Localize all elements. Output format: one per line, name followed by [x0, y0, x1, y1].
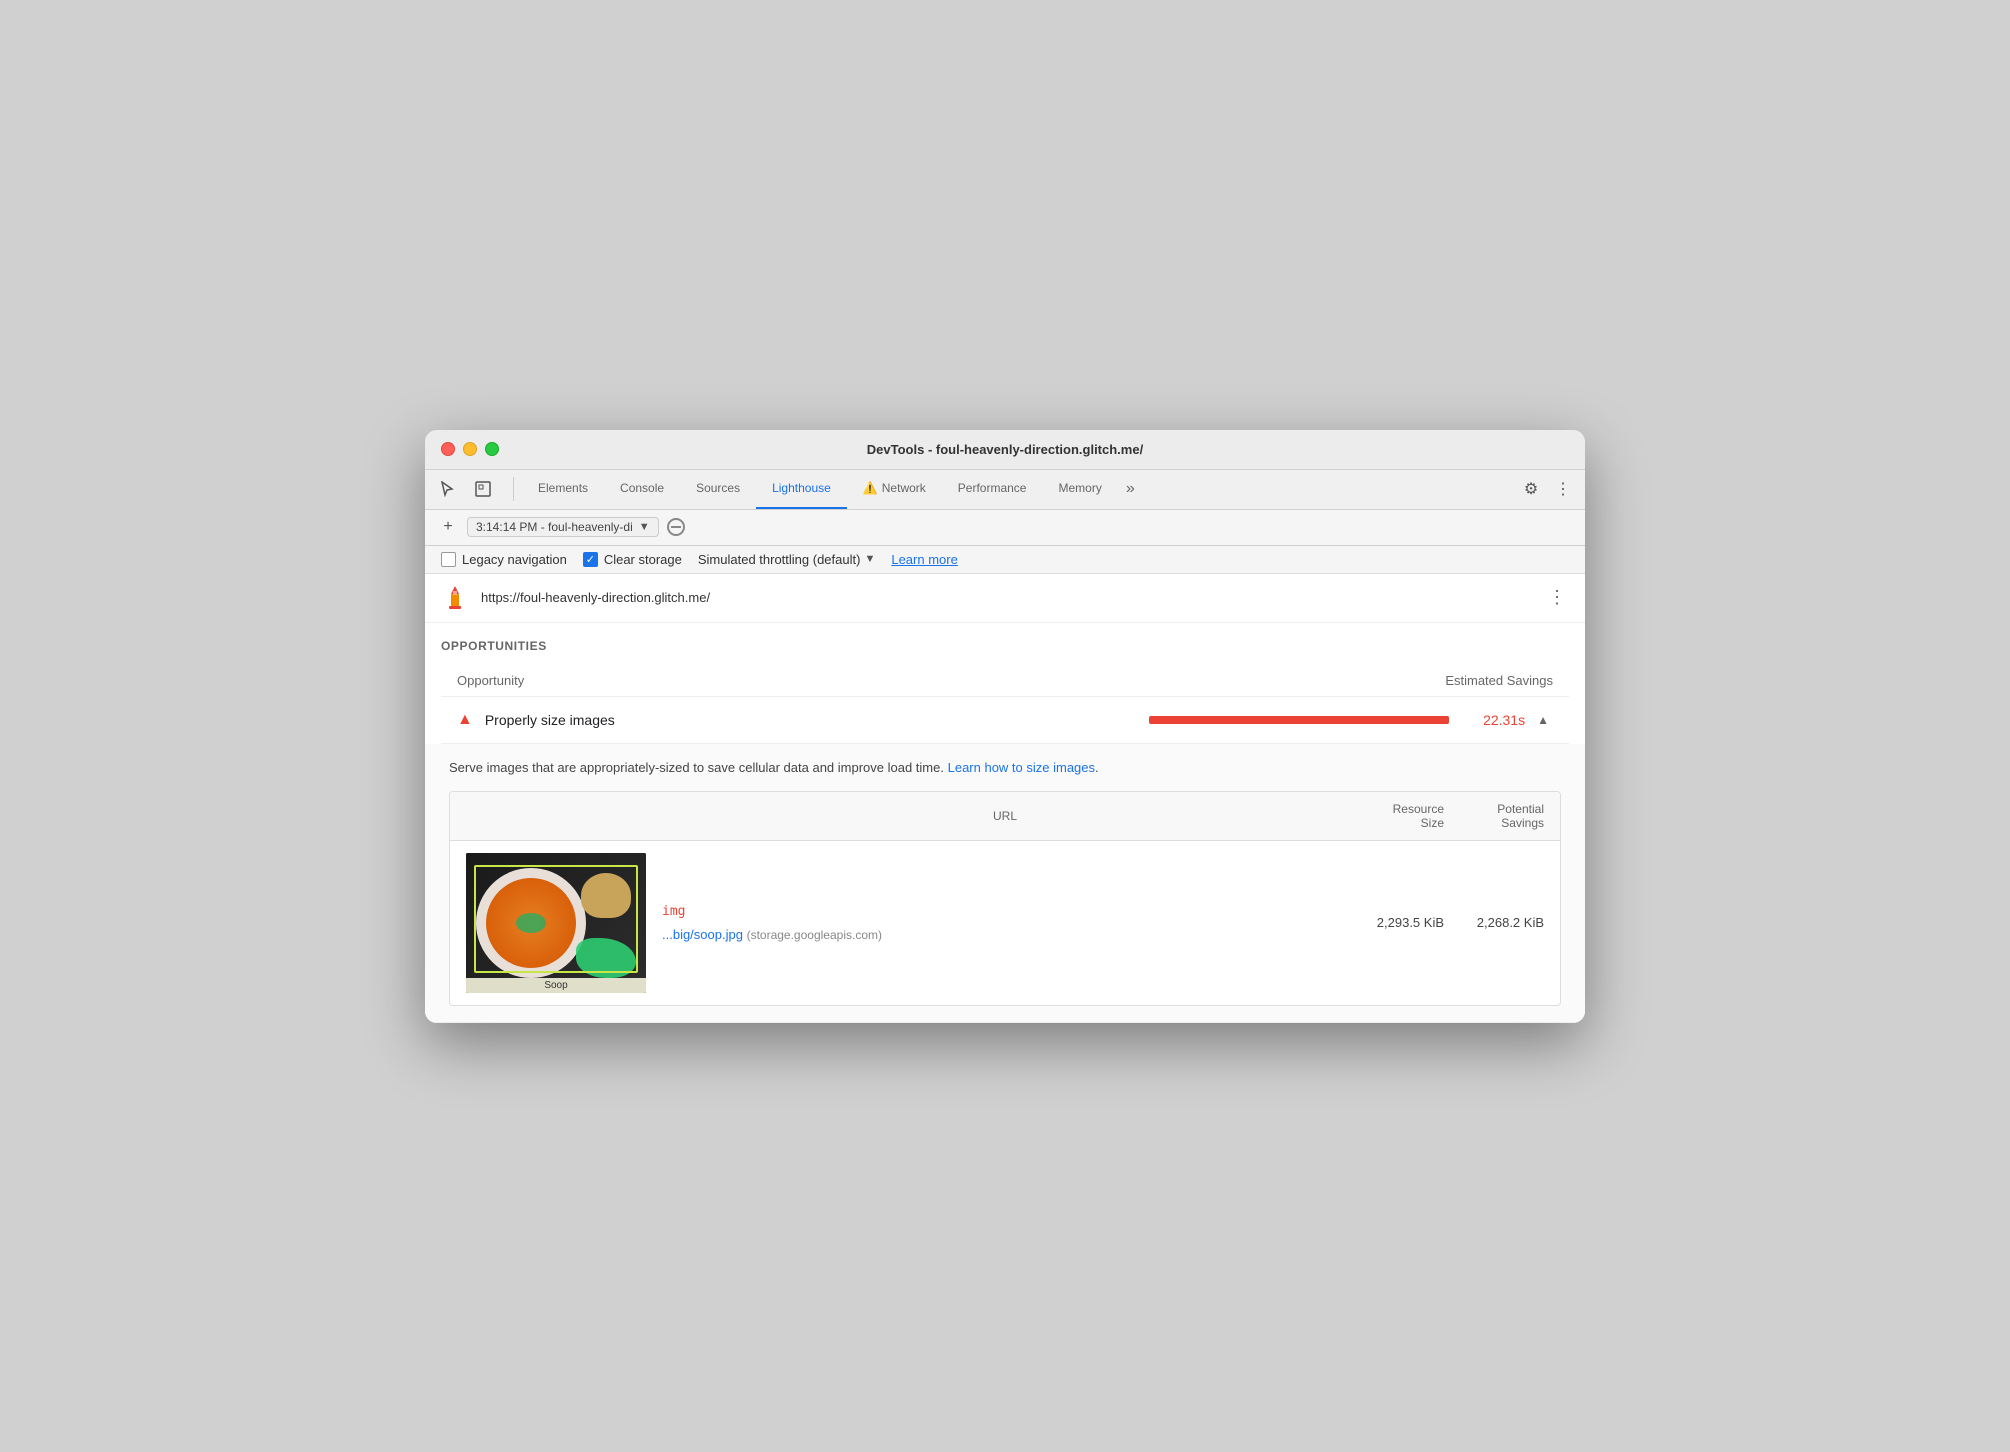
potential-savings-value: 2,268.2 KiB	[1444, 915, 1544, 930]
second-toolbar: + 3:14:14 PM - foul-heavenly-di ▼	[425, 510, 1585, 546]
row-content: img ...big/soop.jpg (storage.googleapis.…	[662, 904, 1344, 942]
title-bar: DevTools - foul-heavenly-direction.glitc…	[425, 430, 1585, 470]
opportunity-name: Properly size images	[485, 712, 1133, 728]
section-title: OPPORTUNITIES	[441, 639, 1569, 653]
col-opportunity-header: Opportunity	[457, 673, 1413, 688]
toolbar-right: ⚙ ⋮	[1517, 475, 1577, 503]
savings-bar-container	[1149, 716, 1449, 724]
tab-memory[interactable]: Memory	[1042, 470, 1117, 509]
soup-plate	[476, 868, 586, 978]
maximize-button[interactable]	[485, 442, 499, 456]
savings-bar	[1149, 716, 1449, 724]
sub-col-url-header: URL	[666, 809, 1344, 823]
opportunities-section: OPPORTUNITIES Opportunity Estimated Savi…	[425, 623, 1585, 744]
chevron-up-icon[interactable]: ▲	[1533, 709, 1553, 731]
soup-image: Soop	[466, 853, 646, 993]
close-button[interactable]	[441, 442, 455, 456]
more-tabs-button[interactable]: »	[1118, 480, 1143, 498]
clear-storage-checkbox[interactable]	[583, 552, 598, 567]
warning-triangle-icon: ▲	[457, 711, 473, 729]
add-tab-button[interactable]: +	[437, 516, 459, 538]
legacy-navigation-checkbox[interactable]	[441, 552, 456, 567]
devtools-toolbar: Elements Console Sources Lighthouse ⚠️ N…	[425, 470, 1585, 510]
opportunity-row-images[interactable]: ▲ Properly size images 22.31s ▲	[441, 697, 1569, 744]
tab-console[interactable]: Console	[604, 470, 680, 509]
devtools-window: DevTools - foul-heavenly-direction.glitc…	[425, 430, 1585, 1023]
url-bar: https://foul-heavenly-direction.glitch.m…	[425, 574, 1585, 623]
learn-how-link[interactable]: Learn how to size images	[948, 760, 1095, 775]
sub-col-size-header: Resource Size	[1344, 802, 1444, 830]
learn-more-link[interactable]: Learn more	[891, 552, 957, 567]
expanded-section: Serve images that are appropriately-size…	[425, 744, 1585, 1023]
col-estimated-savings-header: Estimated Savings	[1413, 673, 1553, 688]
settings-button[interactable]: ⚙	[1517, 475, 1545, 503]
main-content: https://foul-heavenly-direction.glitch.m…	[425, 574, 1585, 1023]
image-preview-container: Soop	[466, 853, 646, 993]
more-options-button[interactable]: ⋮	[1549, 475, 1577, 503]
tab-network[interactable]: ⚠️ Network	[847, 470, 942, 509]
no-entry-button[interactable]	[667, 518, 685, 536]
filename[interactable]: ...big/soop.jpg	[662, 927, 743, 942]
tab-elements[interactable]: Elements	[522, 470, 604, 509]
table-header: Opportunity Estimated Savings	[441, 665, 1569, 697]
window-title: DevTools - foul-heavenly-direction.glitc…	[867, 442, 1143, 457]
throttling-dropdown-arrow: ▼	[864, 553, 875, 565]
timestamp-pill[interactable]: 3:14:14 PM - foul-heavenly-di ▼	[467, 517, 659, 537]
clear-storage-label[interactable]: Clear storage	[583, 552, 682, 567]
traffic-lights	[441, 442, 499, 456]
savings-value: 22.31s	[1465, 712, 1525, 728]
sub-col-savings-header: Potential Savings	[1444, 802, 1544, 830]
cursor-tool-button[interactable]	[433, 475, 461, 503]
timestamp-dropdown-arrow: ▼	[639, 521, 650, 533]
expanded-description: Serve images that are appropriately-size…	[449, 760, 1561, 775]
soup-label: Soop	[466, 978, 646, 993]
image-preview: Soop	[466, 853, 646, 993]
inspect-element-button[interactable]	[469, 475, 497, 503]
soup-bowl-inner	[486, 878, 576, 968]
resource-size-value: 2,293.5 KiB	[1344, 915, 1444, 930]
timestamp-text: 3:14:14 PM - foul-heavenly-di	[476, 520, 633, 534]
tab-sources[interactable]: Sources	[680, 470, 756, 509]
img-tag: img	[662, 904, 1344, 919]
throttling-label[interactable]: Simulated throttling (default) ▼	[698, 552, 875, 567]
tab-lighthouse[interactable]: Lighthouse	[756, 470, 847, 509]
network-warning-icon: ⚠️	[863, 481, 878, 495]
url-more-button[interactable]: ⋮	[1545, 586, 1569, 610]
tabs-container: Elements Console Sources Lighthouse ⚠️ N…	[522, 470, 1517, 509]
sub-table: URL Resource Size Potential Savings	[449, 791, 1561, 1006]
sub-table-header: URL Resource Size Potential Savings	[450, 792, 1560, 841]
toolbar-divider	[513, 477, 514, 501]
url-text: https://foul-heavenly-direction.glitch.m…	[481, 590, 1533, 605]
soup-garnish	[516, 913, 546, 933]
bread-roll	[581, 873, 631, 918]
sub-table-row-0: Soop img ...big/soop.jpg (storage.google…	[450, 841, 1560, 1005]
minimize-button[interactable]	[463, 442, 477, 456]
legacy-navigation-label[interactable]: Legacy navigation	[441, 552, 567, 567]
lighthouse-icon	[441, 584, 469, 612]
tab-performance[interactable]: Performance	[942, 470, 1043, 509]
options-bar: Legacy navigation Clear storage Simulate…	[425, 546, 1585, 574]
file-info: ...big/soop.jpg (storage.googleapis.com)	[662, 927, 1344, 942]
domain: (storage.googleapis.com)	[747, 928, 882, 942]
toolbar-icons	[433, 475, 497, 503]
